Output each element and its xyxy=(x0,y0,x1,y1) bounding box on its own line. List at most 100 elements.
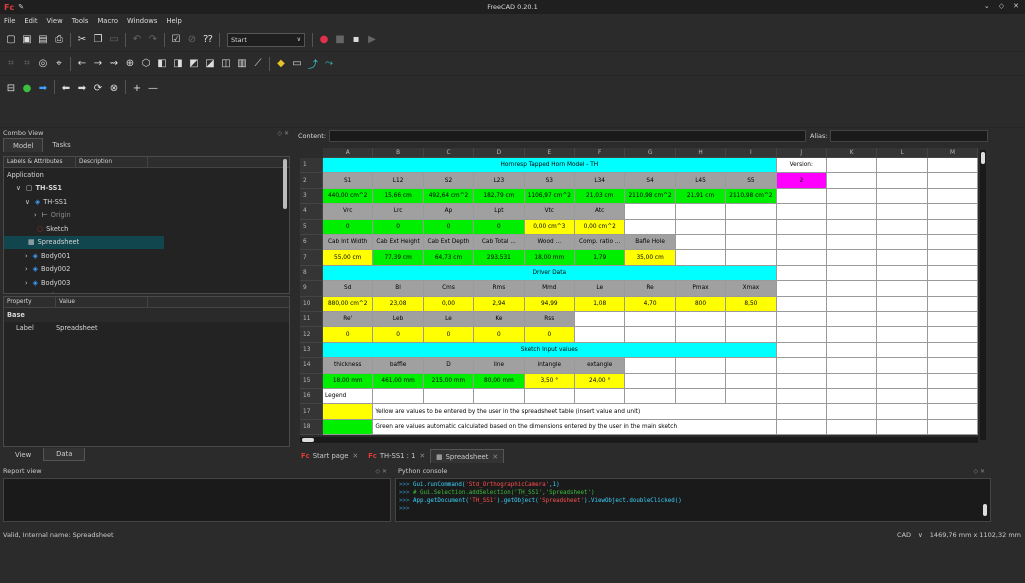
sheet-cell[interactable]: S2 xyxy=(423,173,475,189)
sheet-cell[interactable] xyxy=(675,235,727,251)
tab-model[interactable]: Model xyxy=(3,138,44,152)
sheet-cell[interactable]: 215,00 mm xyxy=(423,373,475,389)
sheet-cell[interactable]: Rms xyxy=(474,281,525,297)
sheet-cell[interactable]: Cab Ext Depth xyxy=(423,235,475,251)
row-header[interactable]: 14 xyxy=(300,358,323,374)
report-output[interactable] xyxy=(3,478,391,522)
sheet-cell[interactable]: 21,91 cm xyxy=(675,188,727,205)
row-header[interactable]: 2 xyxy=(300,173,323,189)
sheet-cell[interactable] xyxy=(323,404,374,420)
sheet-cell[interactable]: 0,00 cm^3 xyxy=(524,219,575,235)
sheet-cell[interactable]: L12 xyxy=(373,173,424,189)
sheet-cell[interactable] xyxy=(423,389,475,405)
column-header[interactable]: H xyxy=(675,148,727,158)
tab-tasks[interactable]: Tasks xyxy=(43,138,79,152)
sheet-cell[interactable] xyxy=(726,235,777,251)
column-header[interactable]: G xyxy=(625,148,676,158)
sheet-cell[interactable] xyxy=(927,373,979,389)
sheet-cell[interactable] xyxy=(575,327,626,343)
float-close-icons[interactable]: ◇ ✕ xyxy=(973,468,985,475)
sheet-cell[interactable] xyxy=(625,358,676,374)
column-header[interactable]: C xyxy=(423,148,475,158)
sheet-cell[interactable] xyxy=(675,250,727,266)
sheet-cell[interactable] xyxy=(827,404,878,420)
save-icon[interactable]: ▤ xyxy=(35,32,51,48)
sheet-cell[interactable] xyxy=(877,373,928,389)
sheet-cell[interactable] xyxy=(827,327,878,343)
column-header[interactable]: D xyxy=(474,148,525,158)
sheet-cell[interactable] xyxy=(726,219,777,235)
sheet-cell[interactable]: Comp. ratio ... xyxy=(575,235,626,251)
sheet-cell[interactable]: 94,99 xyxy=(524,296,575,312)
sheet-cell[interactable] xyxy=(827,358,878,374)
tree-item[interactable]: › ◈Body004 xyxy=(4,290,289,293)
refresh-icon[interactable]: ☑ xyxy=(168,32,184,48)
sheet-cell[interactable]: 0 xyxy=(423,327,475,343)
open-file-icon[interactable]: ▣ xyxy=(19,32,35,48)
stop-macro-icon[interactable]: ■ xyxy=(332,32,348,48)
sheet-cell[interactable]: intangle xyxy=(524,358,575,374)
sheet-cell[interactable] xyxy=(625,327,676,343)
sheet-cell[interactable]: S1 xyxy=(323,173,374,189)
sheet-cell[interactable]: Mmd xyxy=(524,281,575,297)
sheet-cell[interactable] xyxy=(827,219,878,235)
sheet-cell[interactable]: 0,00 xyxy=(423,296,475,312)
sheet-cell[interactable] xyxy=(927,389,979,405)
document-tab[interactable]: Fc Start page ✕ xyxy=(296,449,363,463)
sheet-cell[interactable] xyxy=(776,404,827,420)
collapse-arrow-icon[interactable]: › xyxy=(25,292,28,293)
sheet-cell[interactable]: Lrc xyxy=(373,204,424,220)
tree-scrollbar[interactable] xyxy=(283,159,287,209)
right-view-icon[interactable]: ◩ xyxy=(186,56,202,72)
row-header[interactable]: 15 xyxy=(300,373,323,389)
sheet-cell[interactable]: thickness xyxy=(323,358,374,374)
sheet-cell[interactable]: Pmax xyxy=(675,281,727,297)
row-header[interactable]: 12 xyxy=(300,327,323,343)
sheet-cell[interactable]: D xyxy=(423,358,475,374)
sheet-cell[interactable]: 8,50 xyxy=(726,296,777,312)
macros-icon[interactable]: ▪ xyxy=(348,32,364,48)
close-tab-icon[interactable]: ✕ xyxy=(419,452,425,460)
property-group-base[interactable]: Base xyxy=(4,308,289,322)
menu-help[interactable]: Help xyxy=(166,17,182,25)
sheet-cell[interactable] xyxy=(877,342,928,359)
sheet-cell[interactable] xyxy=(625,219,676,235)
sheet-cell[interactable]: 35,00 cm xyxy=(625,250,676,266)
sync-icon[interactable]: ⟳ xyxy=(90,80,106,96)
sheet-cell[interactable] xyxy=(776,281,827,297)
sheet-cell[interactable] xyxy=(827,173,878,189)
sheet-cell[interactable] xyxy=(927,265,979,282)
sheet-cell[interactable]: 2,94 xyxy=(474,296,525,312)
tree-item[interactable]: ▦ Spreadsheet xyxy=(4,235,164,249)
print-icon[interactable]: ⎙ xyxy=(51,32,67,48)
sheet-cell[interactable]: 293,531 xyxy=(474,250,525,266)
sheet-cell[interactable]: Ke xyxy=(474,312,525,328)
sheet-cell[interactable] xyxy=(877,327,928,343)
remove-icon[interactable]: — xyxy=(145,80,161,96)
sheet-cell[interactable] xyxy=(877,235,928,251)
clear-icon[interactable]: ⊗ xyxy=(106,80,122,96)
sheet-cell[interactable] xyxy=(625,312,676,328)
tab-view[interactable]: View xyxy=(3,448,43,461)
row-header[interactable]: 9 xyxy=(300,281,323,297)
merged-cell[interactable]: Sketch Input values xyxy=(323,342,777,359)
menu-macro[interactable]: Macro xyxy=(97,17,118,25)
sheet-cell[interactable] xyxy=(675,373,727,389)
bounding-box-icon[interactable]: ⌖ xyxy=(51,56,67,72)
sheet-cell[interactable]: 23,08 xyxy=(373,296,424,312)
sheet-cell[interactable] xyxy=(877,358,928,374)
sync-view-icon[interactable]: ⇝ xyxy=(106,56,122,72)
sheet-cell[interactable] xyxy=(776,312,827,328)
sheet-cell[interactable]: Cab Total ... xyxy=(474,235,525,251)
sheet-cell[interactable] xyxy=(726,204,777,220)
sheet-cell[interactable] xyxy=(827,419,878,436)
sheet-cell[interactable] xyxy=(877,312,928,328)
sheet-cell[interactable] xyxy=(927,296,979,312)
sheet-cell[interactable] xyxy=(776,358,827,374)
sheet-cell[interactable] xyxy=(827,158,878,174)
sheet-cell[interactable]: Re xyxy=(625,281,676,297)
record-macro-icon[interactable]: ● xyxy=(316,32,332,48)
sheet-cell[interactable] xyxy=(877,296,928,312)
sheet-cell[interactable] xyxy=(827,265,878,282)
sheet-cell[interactable]: Atc xyxy=(575,204,626,220)
